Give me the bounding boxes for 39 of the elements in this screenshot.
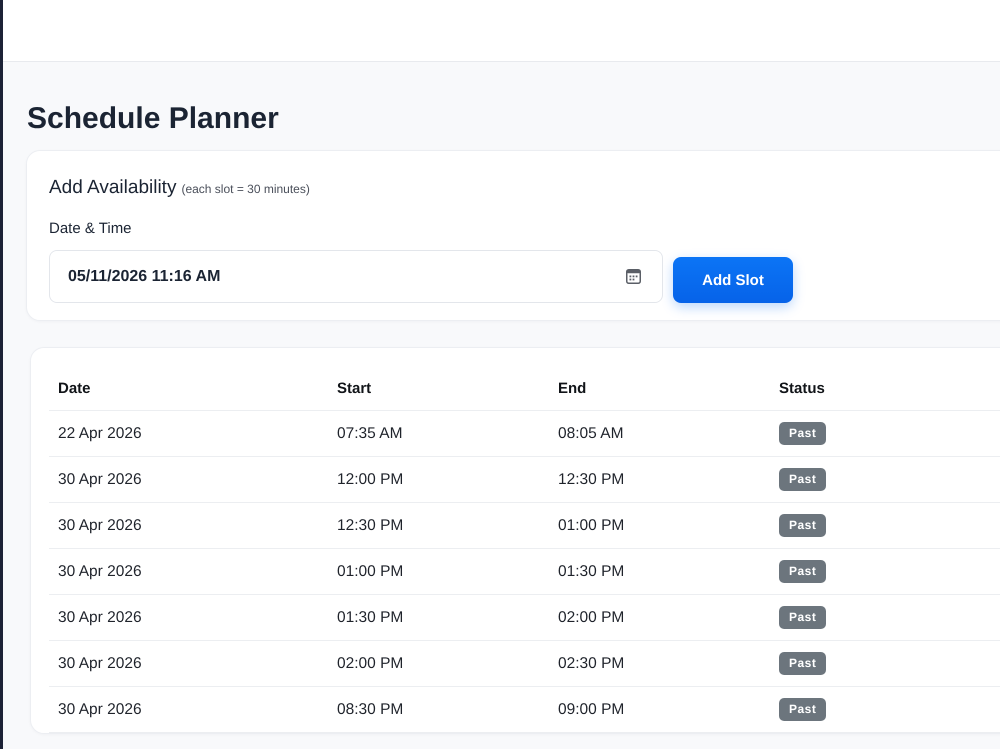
start-time-cell: 01:30 PM bbox=[337, 608, 404, 626]
field-label: Date & Time bbox=[49, 220, 132, 237]
date-cell: 30 Apr 2026 bbox=[58, 562, 142, 580]
form-title: Add Availability bbox=[49, 177, 176, 199]
datetime-field[interactable]: 05/11/2026 11:16 AM bbox=[49, 250, 663, 303]
status-badge: Past bbox=[779, 698, 826, 721]
start-time-cell: 12:00 PM bbox=[337, 470, 404, 488]
start-time-cell: 02:00 PM bbox=[337, 654, 404, 672]
date-cell: 30 Apr 2026 bbox=[58, 608, 142, 626]
status-badge: Past bbox=[779, 606, 826, 629]
column-header: End bbox=[558, 380, 586, 396]
column-header: Date bbox=[58, 380, 91, 396]
page-title: Schedule Planner bbox=[27, 101, 279, 137]
end-time-cell: 01:30 PM bbox=[558, 562, 624, 580]
end-time-cell: 01:00 PM bbox=[558, 516, 624, 534]
end-time-cell: 02:30 PM bbox=[558, 654, 624, 672]
status-badge: Past bbox=[779, 514, 826, 537]
date-cell: 30 Apr 2026 bbox=[58, 470, 142, 488]
start-time-cell: 07:35 AM bbox=[337, 424, 402, 442]
status-badge: Past bbox=[779, 652, 826, 675]
form-note: (each slot = 30 minutes) bbox=[181, 182, 310, 196]
date-cell: 22 Apr 2026 bbox=[58, 424, 142, 442]
calendar-icon[interactable] bbox=[626, 269, 641, 284]
status-badge: Past bbox=[779, 422, 826, 445]
column-header: Status bbox=[779, 380, 825, 396]
start-time-cell: 08:30 PM bbox=[337, 700, 404, 718]
start-time-cell: 01:00 PM bbox=[337, 562, 404, 580]
end-time-cell: 08:05 AM bbox=[558, 424, 624, 442]
end-time-cell: 09:00 PM bbox=[558, 700, 624, 718]
start-time-cell: 12:30 PM bbox=[337, 516, 404, 534]
add-slot-button[interactable]: Add Slot bbox=[673, 257, 793, 303]
status-badge: Past bbox=[779, 560, 826, 583]
column-header: Start bbox=[337, 380, 372, 396]
status-badge: Past bbox=[779, 468, 826, 491]
date-cell: 30 Apr 2026 bbox=[58, 700, 142, 718]
end-time-cell: 12:30 PM bbox=[558, 470, 624, 488]
end-time-cell: 02:00 PM bbox=[558, 608, 624, 626]
date-cell: 30 Apr 2026 bbox=[58, 654, 142, 672]
date-cell: 30 Apr 2026 bbox=[58, 516, 142, 534]
